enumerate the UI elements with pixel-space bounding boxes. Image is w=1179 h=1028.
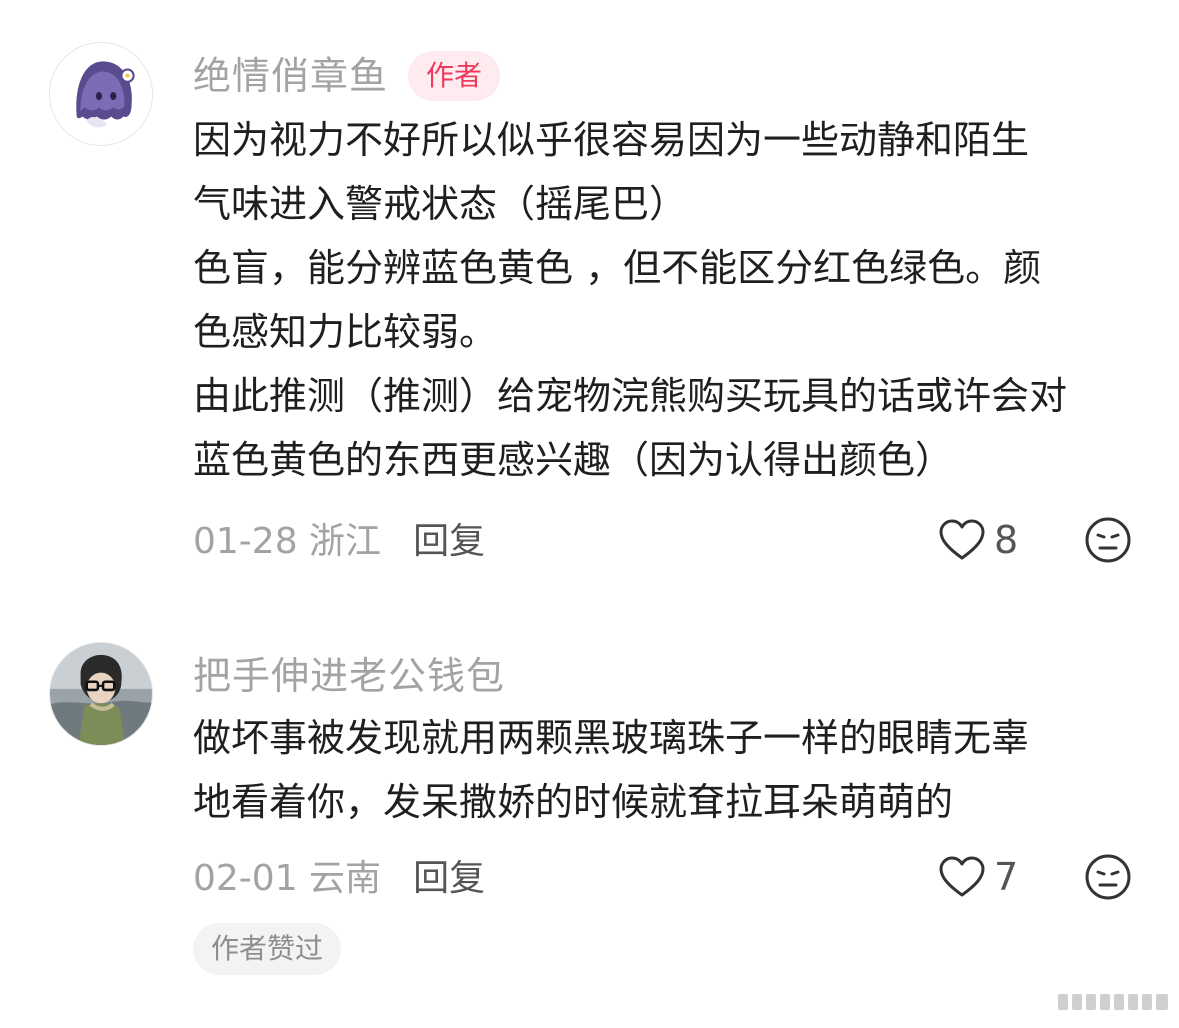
person-photo-avatar-icon[interactable]: [49, 642, 153, 746]
ghost-avatar-icon[interactable]: [49, 42, 153, 146]
like-button[interactable]: 8: [938, 510, 1018, 570]
watermark-icon: [1058, 988, 1170, 1016]
meh-face-icon: [1084, 516, 1132, 564]
comment-line: 气味进入警戒状态（摇尾巴）: [193, 182, 688, 226]
dislike-button[interactable]: [1084, 853, 1132, 901]
comment-line: 蓝色黄色的东西更感兴趣（因为认得出颜色）: [193, 438, 954, 482]
comment-line: 色感知力比较弱。: [193, 310, 498, 354]
like-count: 7: [994, 855, 1019, 899]
reply-button[interactable]: 回复: [413, 512, 485, 564]
comment-meta: 01-28 浙江 回复: [193, 508, 485, 568]
username[interactable]: 绝情俏章鱼: [193, 46, 388, 106]
username[interactable]: 把手伸进老公钱包: [193, 646, 505, 706]
comment-line: 因为视力不好所以似乎很容易因为一些动静和陌生: [193, 118, 1030, 162]
comment-meta: 02-01 云南 回复: [193, 845, 485, 905]
dislike-button[interactable]: [1084, 516, 1132, 564]
author-liked-badge: 作者赞过: [193, 923, 342, 975]
like-button[interactable]: 7: [938, 847, 1018, 907]
reply-button[interactable]: 回复: [413, 849, 485, 901]
comment-text: 因为视力不好所以似乎很容易因为一些动静和陌生 气味进入警戒状态（摇尾巴） 色盲，…: [193, 108, 1143, 492]
heart-icon: [938, 855, 986, 899]
comment-text: 做坏事被发现就用两颗黑玻璃珠子一样的眼睛无辜 地看着你，发呆撒娇的时候就耷拉耳朵…: [193, 706, 1143, 834]
username-row: 把手伸进老公钱包: [193, 646, 505, 706]
username-row: 绝情俏章鱼 作者: [193, 46, 501, 106]
like-count: 8: [994, 518, 1019, 562]
author-tag: 作者: [408, 51, 501, 101]
comment-line: 由此推测（推测）给宠物浣熊购买玩具的话或许会对: [193, 374, 1068, 418]
meh-face-icon: [1084, 853, 1132, 901]
comment-line: 地看着你，发呆撒娇的时候就耷拉耳朵萌萌的: [193, 780, 954, 824]
comment-line: 做坏事被发现就用两颗黑玻璃珠子一样的眼睛无辜: [193, 716, 1030, 760]
heart-icon: [938, 518, 986, 562]
date-location: 01-28 浙江: [193, 521, 382, 562]
date-location: 02-01 云南: [193, 858, 382, 899]
comment-line: 色盲，能分辨蓝色黄色 ，但不能区分红色绿色。颜: [193, 246, 1042, 290]
